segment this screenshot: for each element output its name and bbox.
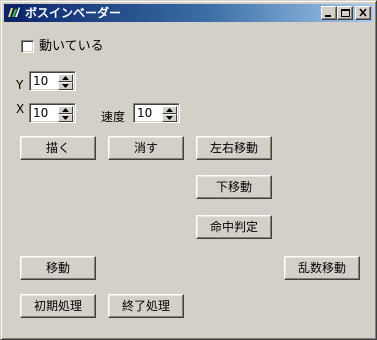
move-down-button[interactable]: 下移動 (196, 175, 272, 199)
y-value[interactable]: 10 (33, 74, 48, 88)
x-value[interactable]: 10 (33, 106, 48, 120)
checkbox-box[interactable] (21, 40, 34, 53)
arrow-down-icon (62, 84, 69, 88)
maximize-button[interactable] (337, 6, 353, 20)
close-icon (359, 8, 367, 17)
arrow-down-icon (166, 116, 173, 120)
minimize-button[interactable] (321, 6, 337, 20)
arrow-up-icon (166, 108, 173, 112)
title-bar[interactable]: ボスインベーダー (4, 4, 373, 22)
random-move-button[interactable]: 乱数移動 (284, 256, 360, 280)
x-spin-up-button[interactable] (58, 106, 73, 114)
minimize-icon (325, 15, 331, 17)
y-spin-up-button[interactable] (58, 74, 73, 82)
hit-test-button[interactable]: 命中判定 (196, 215, 272, 239)
arrow-down-icon (62, 116, 69, 120)
speed-spin-down-button[interactable] (162, 114, 177, 122)
speed-label: 速度 (101, 110, 126, 124)
speed-spin-up-button[interactable] (162, 106, 177, 114)
x-spinner[interactable]: 10 (29, 103, 76, 123)
speed-value[interactable]: 10 (137, 106, 152, 120)
erase-button[interactable]: 消す (108, 136, 184, 160)
draw-button[interactable]: 描く (20, 136, 96, 160)
window-title: ボスインベーダー (25, 6, 122, 20)
arrow-up-icon (62, 108, 69, 112)
init-button[interactable]: 初期処理 (20, 294, 96, 318)
x-spin-down-button[interactable] (58, 114, 73, 122)
app-icon[interactable] (6, 5, 22, 21)
app-window: ボスインベーダー 動いている Y 10 X 10 速度 10 描く 消す 左右移… (0, 0, 377, 340)
move-button[interactable]: 移動 (20, 256, 96, 280)
y-label: Y (16, 78, 24, 92)
y-spin-down-button[interactable] (58, 82, 73, 90)
checkbox-label: 動いている (39, 39, 104, 54)
maximize-icon (341, 9, 350, 17)
y-spinner[interactable]: 10 (29, 71, 76, 91)
close-button[interactable] (355, 6, 371, 20)
x-label: X (16, 102, 25, 116)
speed-spinner[interactable]: 10 (133, 103, 180, 123)
finish-button[interactable]: 終了処理 (108, 294, 184, 318)
arrow-up-icon (62, 76, 69, 80)
move-left-right-button[interactable]: 左右移動 (196, 136, 272, 160)
